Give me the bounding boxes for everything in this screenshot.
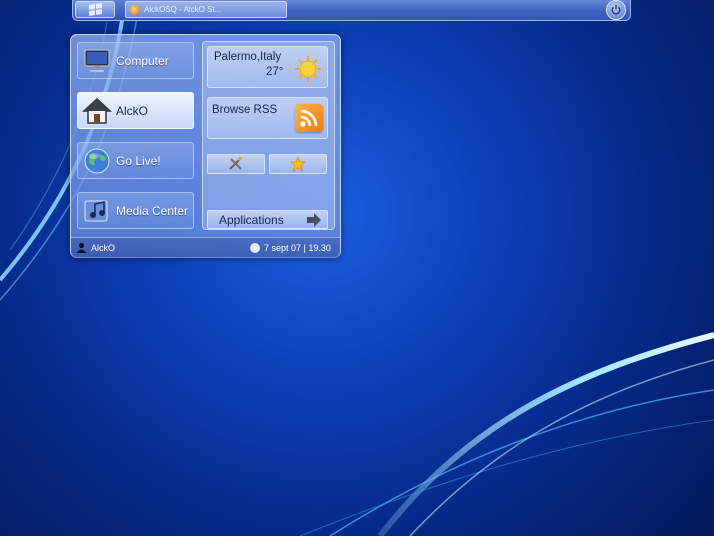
- rss-label: Browse RSS: [212, 104, 278, 116]
- user-icon: [76, 242, 87, 253]
- menu-item-go-live[interactable]: Go Live!: [77, 142, 194, 179]
- rss-icon: [295, 104, 323, 132]
- username: AlckO: [91, 243, 116, 253]
- power-button[interactable]: [606, 0, 626, 20]
- weather-temperature: 27°: [266, 66, 284, 78]
- app-icon: [130, 4, 140, 15]
- tools-icon: [229, 157, 243, 170]
- weather-tile[interactable]: Palermo,Italy 27°: [207, 46, 328, 88]
- windows-logo-icon: [88, 3, 102, 16]
- globe-icon: [84, 148, 110, 173]
- applications-button[interactable]: Applications: [207, 210, 328, 229]
- taskbar: AlckOSQ - AlckO St...: [72, 0, 631, 21]
- start-button[interactable]: [75, 1, 115, 18]
- favorites-button[interactable]: [269, 154, 327, 174]
- rss-tile[interactable]: Browse RSS: [207, 97, 328, 139]
- media-center-icon: [84, 200, 108, 221]
- star-icon: [290, 156, 306, 172]
- menu-item-label: Computer: [116, 53, 169, 68]
- menu-item-label: Go Live!: [116, 153, 161, 168]
- taskbar-window-button[interactable]: AlckOSQ - AlckO St...: [125, 1, 287, 18]
- start-menu: Computer AlckO Go Live! Media Center Pal…: [70, 34, 341, 258]
- widget-pane: Palermo,Italy 27° Browse RSS Application…: [202, 41, 335, 230]
- power-icon: [611, 5, 621, 15]
- clock-icon: [250, 243, 260, 253]
- home-icon: [82, 97, 112, 124]
- menu-item-computer[interactable]: Computer: [77, 42, 194, 79]
- applications-label: Applications: [219, 212, 284, 227]
- menu-item-label: Media Center: [116, 203, 189, 218]
- start-menu-footer: AlckO 7 sept 07 | 19.30: [71, 237, 340, 258]
- arrow-right-icon: [307, 213, 321, 227]
- taskbar-window-label: AlckOSQ - AlckO St...: [144, 5, 222, 14]
- menu-item-user-folder[interactable]: AlckO: [77, 92, 194, 129]
- tools-button[interactable]: [207, 154, 265, 174]
- menu-item-media-center[interactable]: Media Center: [77, 192, 194, 229]
- menu-item-label: AlckO: [116, 103, 149, 118]
- weather-city: Palermo,Italy: [214, 51, 282, 63]
- computer-icon: [84, 49, 110, 72]
- sun-icon: [295, 56, 321, 82]
- date-time: 7 sept 07 | 19.30: [264, 243, 331, 253]
